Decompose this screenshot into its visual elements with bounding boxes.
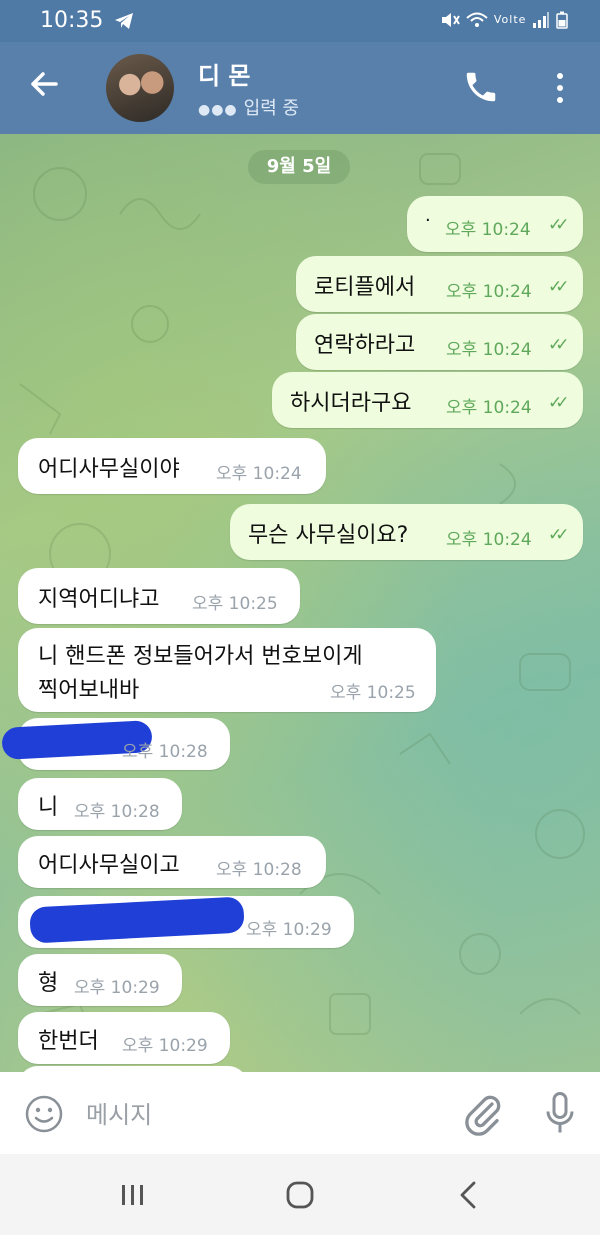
message-time: 오후 10:29 (246, 920, 332, 940)
nav-home-icon (286, 1181, 314, 1209)
typing-label: 입력 중 (243, 98, 300, 119)
message-composer (0, 1072, 600, 1154)
emoji-icon (25, 1095, 63, 1133)
message-text: 지역어디냐고 (38, 587, 160, 612)
redaction-mark (29, 896, 245, 944)
message-time: 오후 10:28 (216, 860, 302, 880)
message-time: 오후 10:29 (74, 978, 160, 998)
voice-record-button[interactable] (542, 1090, 578, 1136)
message-text: 니 (38, 795, 59, 820)
contact-avatar[interactable] (106, 54, 174, 122)
message-bubble-outgoing[interactable]: 로티플에서 오후 10:24 ✓✓ (296, 256, 583, 312)
back-arrow-icon (31, 72, 58, 96)
message-text-line: 니 핸드폰 정보들어가서 번호보이게 (38, 644, 363, 669)
read-receipt-icon: ✓✓ (548, 215, 569, 235)
emoji-button[interactable] (24, 1094, 64, 1134)
battery-icon (556, 11, 568, 29)
message-bubble-incoming[interactable]: 니 핸드폰 정보들어가서 번호보이게 찍어보내바 오후 10:25 (18, 628, 436, 712)
more-vert-icon (557, 73, 563, 103)
message-time: 오후 10:24 (216, 464, 302, 484)
message-text: 형 (38, 971, 59, 996)
chat-header: 디 몬 ●●● 입력 중 (0, 42, 600, 134)
read-receipt-icon: ✓✓ (548, 277, 569, 297)
contact-name[interactable]: 디 몬 (198, 56, 251, 91)
message-bubble-incoming[interactable]: 오후 10:29 (18, 896, 354, 948)
message-text: · (425, 210, 431, 231)
message-bubble-incoming[interactable]: 형 오후 10:29 (18, 954, 182, 1006)
message-bubble-incoming[interactable]: 어디사무실이야 오후 10:24 (18, 438, 326, 494)
status-icons: Volte (440, 10, 568, 29)
message-bubble-outgoing[interactable]: · 오후 10:24 ✓✓ (407, 196, 583, 252)
message-time: 오후 10:24 (446, 340, 532, 360)
message-time: 오후 10:29 (122, 1036, 208, 1056)
system-nav-bar (0, 1154, 600, 1235)
back-button[interactable] (28, 68, 60, 106)
message-bubble-outgoing[interactable]: 연락하라고 오후 10:24 ✓✓ (296, 314, 583, 370)
message-text-line: 찍어보내바 (38, 678, 140, 703)
message-list[interactable]: 9월 5일 · 오후 10:24 ✓✓ 로티플에서 오후 10:24 ✓✓ 연락… (0, 134, 600, 1072)
message-text: 연락하라고 (314, 333, 416, 358)
message-time: 오후 10:28 (74, 802, 160, 822)
read-receipt-icon: ✓✓ (548, 525, 569, 545)
message-time: 오후 10:24 (446, 282, 532, 302)
nav-recent-icon (122, 1185, 143, 1205)
message-text: 로티플에서 (314, 275, 416, 300)
attach-button[interactable] (462, 1092, 502, 1136)
phone-icon (466, 72, 496, 102)
nav-recent-button[interactable] (118, 1180, 148, 1210)
message-time: 오후 10:28 (122, 742, 208, 762)
message-time: 오후 10:25 (330, 683, 416, 703)
message-bubble-outgoing[interactable]: 하시더라구요 오후 10:24 ✓✓ (272, 372, 583, 428)
status-bar: 10:35 Volte (0, 0, 600, 42)
message-text: 어디사무실이고 (38, 853, 180, 878)
message-text: 한번더 (38, 1029, 99, 1054)
message-input[interactable] (84, 1094, 418, 1136)
message-bubble-incoming[interactable]: 한번더 오후 10:29 (18, 1012, 230, 1064)
message-text: 무슨 사무실이요? (248, 523, 409, 548)
nav-back-icon (460, 1181, 476, 1209)
mute-icon (442, 12, 461, 27)
telegram-notification-icon (115, 13, 133, 29)
message-bubble-incoming[interactable]: 지역어디냐고 오후 10:25 (18, 568, 300, 624)
message-time: 오후 10:25 (192, 594, 278, 614)
nav-home-button[interactable] (285, 1180, 315, 1210)
message-text: 하시더라구요 (290, 391, 412, 416)
date-separator: 9월 5일 (248, 150, 350, 184)
signal-icon (533, 11, 550, 28)
nav-back-button[interactable] (456, 1180, 480, 1210)
typing-status: ●●● 입력 중 (198, 94, 299, 120)
more-menu-button[interactable] (548, 70, 572, 106)
message-time: 오후 10:24 (446, 530, 532, 550)
message-bubble-incoming[interactable]: 니 오후 10:28 (18, 778, 182, 830)
read-receipt-icon: ✓✓ (548, 393, 569, 413)
read-receipt-icon: ✓✓ (548, 335, 569, 355)
mic-icon (546, 1092, 574, 1133)
message-text: 어디사무실이야 (38, 457, 180, 482)
status-time: 10:35 (40, 8, 104, 33)
attach-icon (465, 1095, 501, 1136)
message-bubble-outgoing[interactable]: 무슨 사무실이요? 오후 10:24 ✓✓ (230, 504, 583, 560)
network-label: Volte (493, 13, 527, 26)
typing-dots-icon: ●●● (198, 102, 238, 118)
message-time: 오후 10:24 (445, 220, 531, 240)
message-bubble-incoming[interactable]: 어디사무실이고 오후 10:28 (18, 836, 326, 888)
message-bubble-incoming[interactable]: 오후 10:28 (1, 718, 230, 770)
message-time: 오후 10:24 (446, 398, 532, 418)
call-button[interactable] (462, 68, 500, 106)
wifi-icon (466, 12, 488, 27)
